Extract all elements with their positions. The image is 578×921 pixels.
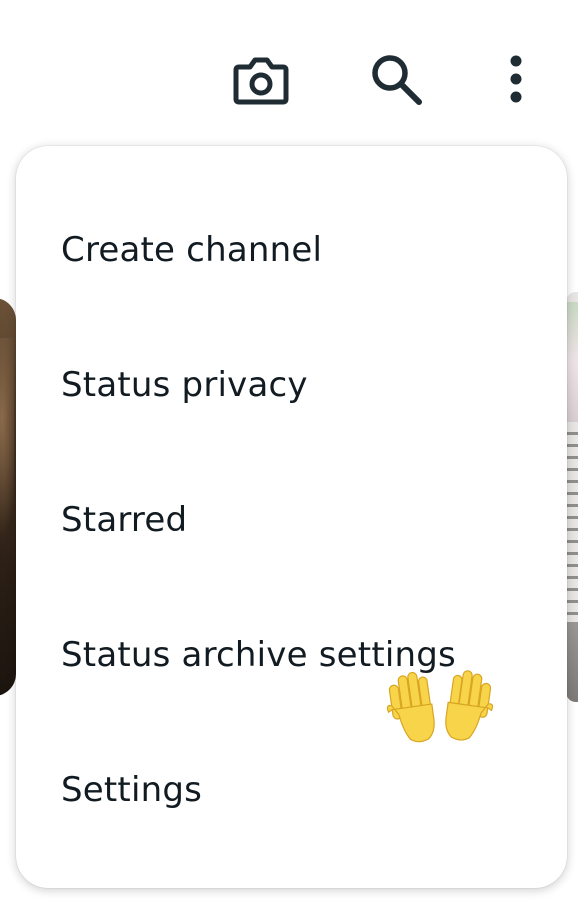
search-button[interactable] — [364, 47, 428, 111]
menu-item-label: Settings — [61, 769, 203, 810]
raised-hands-emoji — [386, 670, 494, 743]
menu-item-status-privacy[interactable]: Status privacy — [16, 317, 567, 452]
menu-item-starred[interactable]: Starred — [16, 452, 567, 587]
overflow-menu: Create channel Status privacy Starred St… — [16, 146, 567, 888]
thumbnail-text-lines — [566, 432, 578, 632]
more-vert-icon — [510, 55, 522, 103]
search-icon — [372, 55, 422, 105]
screen: Create channel Status privacy Starred St… — [0, 0, 578, 921]
camera-icon — [233, 57, 289, 105]
menu-item-create-channel[interactable]: Create channel — [16, 182, 567, 317]
thumbnail-image-band — [566, 622, 578, 702]
camera-button[interactable] — [229, 47, 293, 111]
top-app-bar — [0, 0, 578, 150]
thumbnail-image-band — [566, 302, 578, 422]
status-thumbnail-right[interactable] — [566, 292, 578, 702]
status-thumbnail-left[interactable] — [0, 298, 16, 696]
more-options-button[interactable] — [484, 47, 548, 111]
menu-item-label: Status privacy — [61, 364, 308, 405]
menu-item-label: Create channel — [61, 229, 323, 270]
menu-item-label: Starred — [61, 499, 188, 540]
